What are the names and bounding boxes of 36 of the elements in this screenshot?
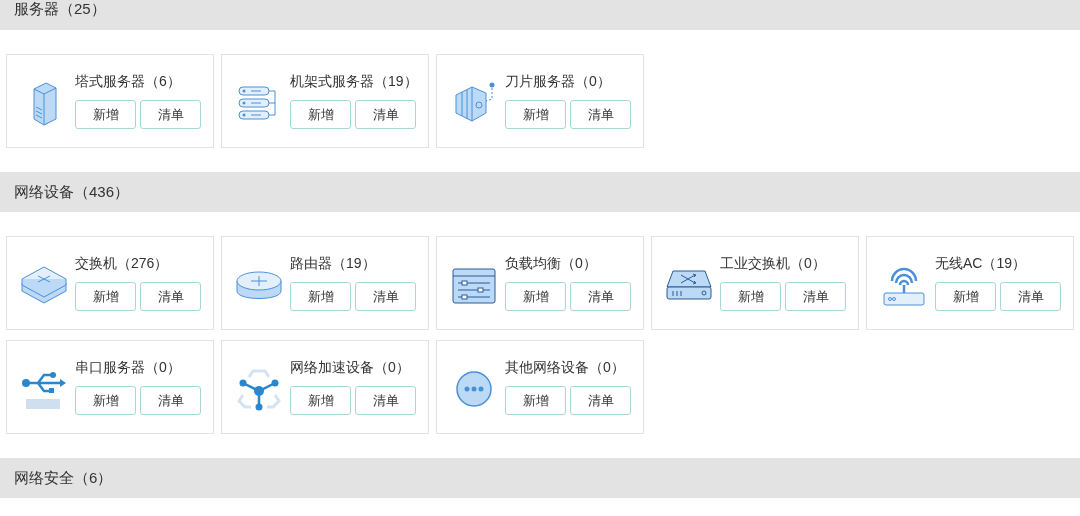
device-title: 路由器（19）: [290, 254, 377, 272]
device-action-button[interactable]: 新增: [75, 386, 136, 415]
device-action-button[interactable]: 清单: [570, 386, 631, 415]
device-title: 刀片服务器（0）: [505, 72, 612, 90]
device-action-button[interactable]: 清单: [140, 282, 201, 311]
device-action-button[interactable]: 新增: [75, 100, 136, 129]
device-title: 工业交换机（0）: [720, 254, 827, 272]
device-action-button[interactable]: 清单: [570, 100, 631, 129]
device-title: 交换机（276）: [75, 254, 170, 272]
device-title: 其他网络设备（0）: [505, 358, 626, 376]
device-action-button[interactable]: 清单: [1000, 282, 1061, 311]
device-action-button[interactable]: 清单: [355, 100, 416, 129]
device-title: 机架式服务器（19）: [290, 72, 418, 90]
device-action-button[interactable]: 新增: [75, 282, 136, 311]
device-action-button[interactable]: 新增: [290, 282, 351, 311]
device-action-button[interactable]: 新增: [505, 282, 566, 311]
device-action-button[interactable]: 清单: [785, 282, 846, 311]
device-action-button[interactable]: 清单: [570, 282, 631, 311]
device-title: 串口服务器（0）: [75, 358, 182, 376]
device-action-button[interactable]: 清单: [140, 100, 201, 129]
device-action-button[interactable]: 新增: [505, 100, 566, 129]
device-title: 网络加速设备（0）: [290, 358, 411, 376]
device-action-button[interactable]: 新增: [505, 386, 566, 415]
device-title: 塔式服务器（6）: [75, 72, 182, 90]
device-title: 无线AC（19）: [935, 254, 1028, 272]
device-title: 负载均衡（0）: [505, 254, 598, 272]
device-action-button[interactable]: 新增: [935, 282, 996, 311]
device-action-button[interactable]: 新增: [290, 100, 351, 129]
device-action-button[interactable]: 清单: [355, 282, 416, 311]
device-action-button[interactable]: 清单: [355, 386, 416, 415]
section-title: 网络设备（436）: [14, 181, 130, 202]
device-action-button[interactable]: 新增: [290, 386, 351, 415]
section-title: 服务器（25）: [14, 0, 106, 18]
device-action-button[interactable]: 清单: [140, 386, 201, 415]
section-title: 网络安全（6）: [14, 467, 113, 488]
device-action-button[interactable]: 新增: [720, 282, 781, 311]
